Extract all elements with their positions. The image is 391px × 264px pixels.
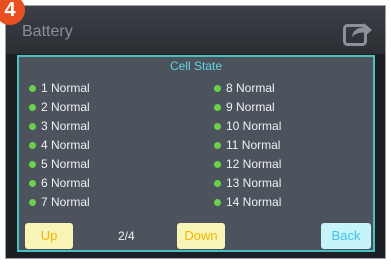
cell-label: 1 Normal — [41, 81, 90, 95]
down-button[interactable]: Down — [177, 223, 225, 249]
back-button[interactable]: Back — [321, 223, 371, 249]
cell-label: 4 Normal — [41, 138, 90, 152]
device-screen: Battery Cell State 1 Normal 2 Normal 3 N… — [5, 5, 386, 259]
status-dot-icon — [29, 85, 36, 92]
cell-item: 5 Normal — [29, 156, 90, 172]
status-dot-icon — [214, 161, 221, 168]
status-dot-icon — [214, 142, 221, 149]
cell-item: 10 Normal — [214, 118, 281, 134]
status-dot-icon — [29, 161, 36, 168]
status-dot-icon — [29, 180, 36, 187]
cell-item: 11 Normal — [214, 137, 280, 153]
cell-label: 6 Normal — [41, 176, 90, 190]
cell-label: 9 Normal — [226, 100, 275, 114]
cell-label: 11 Normal — [226, 138, 281, 152]
cell-item: 13 Normal — [214, 175, 281, 191]
cell-label: 7 Normal — [41, 195, 90, 209]
cell-item: 14 Normal — [214, 194, 281, 210]
status-dot-icon — [29, 104, 36, 111]
cell-item: 9 Normal — [214, 99, 275, 115]
cell-label: 5 Normal — [41, 157, 90, 171]
up-button[interactable]: Up — [25, 223, 73, 249]
status-dot-icon — [29, 123, 36, 130]
cell-state-panel: Cell State 1 Normal 2 Normal 3 Normal 4 … — [17, 55, 375, 252]
status-dot-icon — [214, 180, 221, 187]
cell-label: 14 Normal — [226, 195, 282, 209]
status-dot-icon — [214, 199, 221, 206]
cell-item: 1 Normal — [29, 80, 90, 96]
status-dot-icon — [29, 142, 36, 149]
cell-label: 12 Normal — [226, 157, 282, 171]
header-bar: Battery — [6, 6, 385, 54]
cell-item: 12 Normal — [214, 156, 281, 172]
cell-item: 8 Normal — [214, 80, 275, 96]
cell-label: 2 Normal — [41, 100, 90, 114]
cell-label: 8 Normal — [226, 81, 275, 95]
cell-item: 2 Normal — [29, 99, 90, 115]
cell-label: 10 Normal — [226, 119, 282, 133]
page-indicator: 2/4 — [118, 229, 135, 243]
status-dot-icon — [29, 199, 36, 206]
cell-label: 3 Normal — [41, 119, 90, 133]
cell-item: 3 Normal — [29, 118, 90, 134]
cell-item: 6 Normal — [29, 175, 90, 191]
cell-item: 7 Normal — [29, 194, 90, 210]
status-dot-icon — [214, 85, 221, 92]
cell-item: 4 Normal — [29, 137, 90, 153]
panel-title: Cell State — [169, 59, 223, 73]
status-dot-icon — [214, 123, 221, 130]
cell-label: 13 Normal — [226, 176, 282, 190]
status-dot-icon — [214, 104, 221, 111]
share-arrow-icon[interactable] — [343, 19, 373, 46]
page-title: Battery — [22, 23, 73, 40]
